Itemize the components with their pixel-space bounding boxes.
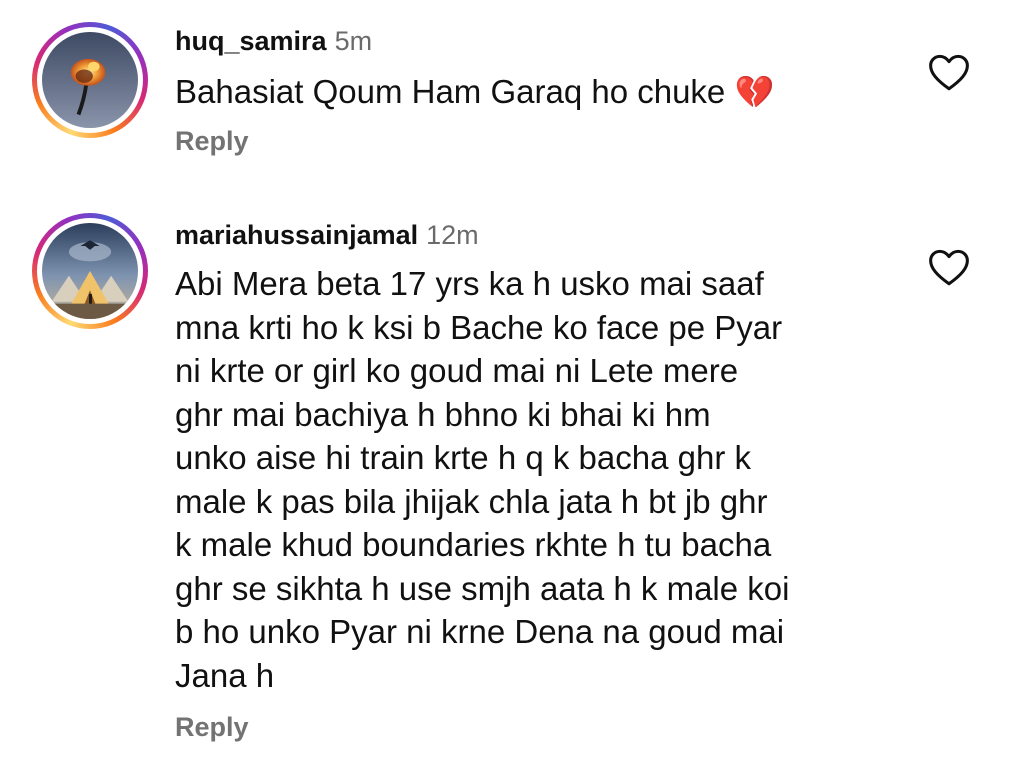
avatar-image — [42, 32, 138, 128]
like-button[interactable] — [928, 53, 970, 93]
timestamp: 5m — [334, 26, 373, 56]
comment-text-line: Jana h — [175, 656, 275, 694]
burning-rose-image — [42, 32, 138, 128]
comment-text: Abi Mera beta 17 yrs ka h usko mai saaf … — [175, 262, 789, 697]
timestamp: 12m — [426, 220, 479, 250]
comment-text-line: ghr mai bachiya h bhno ki bhai ki hm — [175, 395, 711, 433]
avatar-image — [42, 223, 138, 319]
avatar-border — [37, 218, 143, 324]
comment-text-line: ni krte or girl ko goud mai ni Lete mere — [175, 352, 739, 389]
avatar[interactable] — [32, 22, 148, 138]
username[interactable]: mariahussainjamal — [175, 220, 418, 250]
comment-text-content: Bahasiat Qoum Ham Garaq ho chuke — [175, 73, 726, 110]
comment-text: Bahasiat Qoum Ham Garaq ho chuke 💔 — [175, 70, 774, 115]
comment-meta: huq_samira 5m — [175, 25, 372, 57]
comment-meta: mariahussainjamal 12m — [175, 219, 479, 251]
comment-text-line: mna krti ho k ksi b Bache ko face pe Pya… — [175, 308, 783, 346]
comment-text-line: b ho unko Pyar ni krne Dena na goud mai — [175, 613, 785, 650]
reply-button[interactable]: Reply — [175, 712, 249, 743]
comment-text-line: ghr se sikhta h use smjh aata h k male k… — [175, 569, 790, 607]
tent-camp-image — [42, 223, 138, 319]
avatar[interactable] — [32, 213, 148, 329]
comment-text-line: Abi Mera beta 17 yrs ka h usko mai saaf — [175, 265, 764, 302]
comment-text-line: Bahasiat Qoum Ham Garaq ho chuke 💔 — [175, 70, 774, 115]
heart-outline-icon — [929, 54, 969, 91]
broken-heart-emoji: 💔 — [734, 73, 775, 111]
comment-text-line: male k pas bila jhijak chla jata h bt jb… — [175, 482, 768, 520]
comment-text-line: unko aise hi train krte h q k bacha ghr … — [175, 439, 751, 476]
comment-text-line: k male khud boundaries rkhte h tu bacha — [175, 526, 772, 563]
avatar-border — [37, 27, 143, 133]
username[interactable]: huq_samira — [175, 26, 327, 56]
heart-outline-icon — [929, 249, 969, 286]
reply-button[interactable]: Reply — [175, 126, 249, 157]
like-button[interactable] — [928, 248, 970, 288]
